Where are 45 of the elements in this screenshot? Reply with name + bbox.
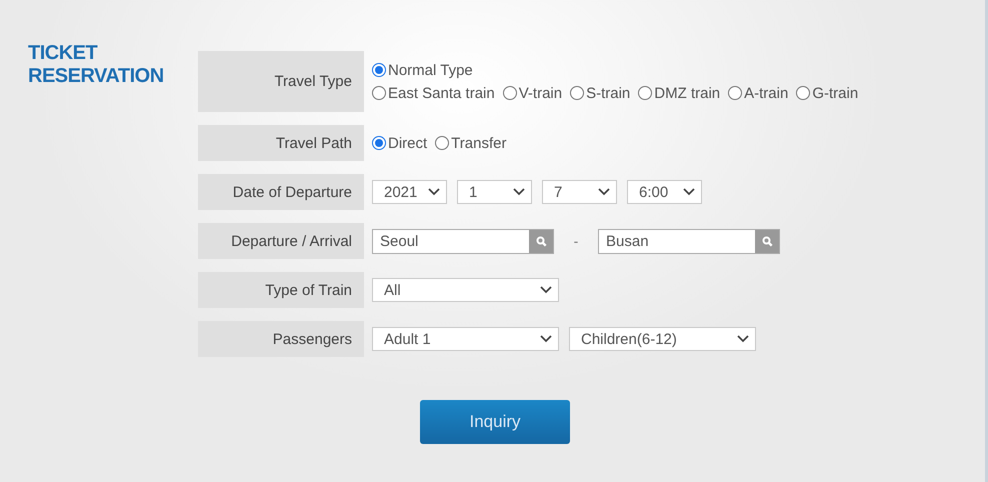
- select-field[interactable]: Children(6-12): [569, 327, 756, 351]
- field-label: Travel Type: [198, 51, 364, 112]
- radio-button[interactable]: [570, 86, 584, 100]
- radio-button[interactable]: [728, 86, 742, 100]
- select-field[interactable]: All: [372, 278, 559, 302]
- radio-label: DMZ train: [654, 84, 720, 102]
- select-field[interactable]: 2021: [372, 180, 447, 204]
- radio-button[interactable]: [372, 63, 386, 77]
- radio-label: A-train: [744, 84, 788, 102]
- field-label: Travel Path: [198, 125, 364, 161]
- radio-button[interactable]: [372, 136, 386, 150]
- chevron-icon: [428, 188, 440, 196]
- search-icon: [536, 236, 546, 246]
- field-label: Type of Train: [198, 272, 364, 308]
- field-label: Date of Departure: [198, 174, 364, 210]
- arrival-field[interactable]: Busan: [598, 228, 780, 254]
- select-field[interactable]: 6:00: [627, 180, 702, 204]
- radio-label: Transfer: [451, 134, 506, 152]
- chevron-icon: [540, 286, 552, 294]
- departure-field[interactable]: Seoul: [372, 228, 554, 254]
- chevron-icon: [513, 188, 525, 196]
- radio-button[interactable]: [372, 86, 386, 100]
- chevron-icon: [737, 335, 749, 343]
- chevron-icon: [540, 335, 552, 343]
- select-field[interactable]: 7: [542, 180, 617, 204]
- radio-button[interactable]: [638, 86, 652, 100]
- radio-label: S-train: [586, 84, 630, 102]
- dash-separator: -: [572, 233, 580, 249]
- select-field[interactable]: 1: [457, 180, 532, 204]
- chevron-icon: [598, 188, 610, 196]
- radio-button[interactable]: [435, 136, 450, 150]
- radio-label: East Santa train: [388, 84, 495, 102]
- radio-button[interactable]: [502, 86, 517, 100]
- radio-label: Normal Type: [388, 62, 473, 78]
- chevron-icon: [683, 188, 695, 196]
- radio-button[interactable]: [796, 86, 810, 100]
- radio-label: V-train: [518, 84, 562, 102]
- inquiry-button[interactable]: Inquiry: [420, 400, 570, 444]
- field-label: Passengers: [198, 321, 364, 357]
- page-title: TICKET RESERVATION: [27, 42, 165, 88]
- field-label: Departure / Arrival: [198, 223, 364, 259]
- radio-label: Direct: [388, 134, 428, 152]
- select-field[interactable]: Adult 1: [372, 327, 559, 351]
- search-icon: [762, 236, 772, 246]
- radio-label: G-train: [812, 84, 858, 102]
